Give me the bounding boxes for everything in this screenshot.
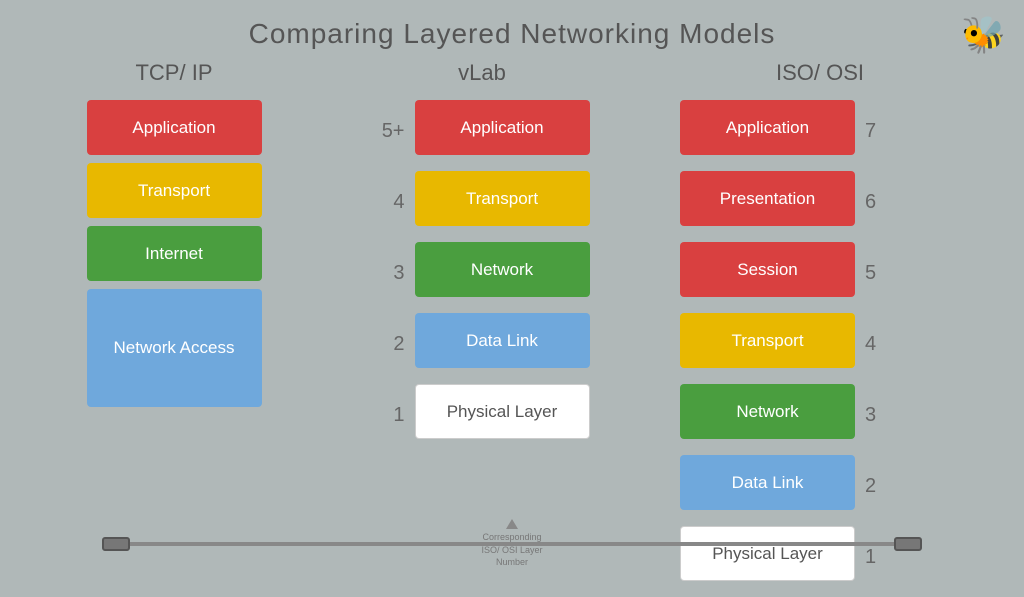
- vlab-title: vLab: [458, 60, 506, 86]
- tcpip-transport-layer: Transport: [87, 163, 262, 218]
- iso-row-2: Data Link 2: [680, 455, 960, 518]
- vlab-num-3: 3: [375, 262, 405, 285]
- tcpip-column: TCP/ IP Application Transport Internet N…: [64, 60, 284, 415]
- cable-left-end: [102, 537, 130, 551]
- iso-row-4: Transport 4: [680, 313, 960, 376]
- bee-icon: 🐝: [961, 14, 1006, 56]
- vlab-num-2: 2: [375, 333, 405, 356]
- vlab-num-5plus: 5+: [375, 120, 405, 143]
- vlab-row-5plus: 5+ Application: [352, 100, 612, 163]
- iso-row-5: Session 5: [680, 242, 960, 305]
- columns-area: TCP/ IP Application Transport Internet N…: [0, 60, 1024, 597]
- vlab-row-4: 4 Transport: [352, 171, 612, 234]
- iso-presentation-layer: Presentation: [680, 171, 855, 226]
- iso-num-3: 3: [865, 404, 889, 427]
- iso-num-5: 5: [865, 262, 889, 285]
- vlab-datalink-layer: Data Link: [415, 313, 590, 368]
- vlab-row-1: 1 Physical Layer: [352, 384, 612, 447]
- vlab-column: vLab 5+ Application 4 Transport 3 Networ…: [352, 60, 612, 455]
- vlab-num-4: 4: [375, 191, 405, 214]
- tcpip-internet-layer: Internet: [87, 226, 262, 281]
- iso-column: ISO/ OSI Application 7 Presentation 6 Se…: [680, 60, 960, 597]
- iso-title: ISO/ OSI: [776, 60, 864, 86]
- cable-label: CorrespondingISO/ OSI LayerNumber: [481, 531, 542, 569]
- vlab-transport-layer: Transport: [415, 171, 590, 226]
- cable-right-end: [894, 537, 922, 551]
- vlab-application-layer: Application: [415, 100, 590, 155]
- tcpip-title: TCP/ IP: [135, 60, 212, 86]
- iso-physical-layer: Physical Layer: [680, 526, 855, 581]
- iso-application-layer: Application: [680, 100, 855, 155]
- iso-session-layer: Session: [680, 242, 855, 297]
- iso-row-3: Network 3: [680, 384, 960, 447]
- vlab-physical-layer: Physical Layer: [415, 384, 590, 439]
- iso-num-2: 2: [865, 475, 889, 498]
- vlab-row-3: 3 Network: [352, 242, 612, 305]
- vlab-network-layer: Network: [415, 242, 590, 297]
- page-title: Comparing Layered Networking Models: [0, 0, 1024, 50]
- vlab-row-2: 2 Data Link: [352, 313, 612, 376]
- iso-transport-layer: Transport: [680, 313, 855, 368]
- iso-num-4: 4: [865, 333, 889, 356]
- vlab-num-1: 1: [375, 404, 405, 427]
- cable-arrow: [506, 519, 518, 529]
- iso-row-1: Physical Layer 1: [680, 526, 960, 589]
- iso-network-layer: Network: [680, 384, 855, 439]
- iso-num-7: 7: [865, 120, 889, 143]
- iso-num-6: 6: [865, 191, 889, 214]
- tcpip-network-access-layer: Network Access: [87, 289, 262, 407]
- cable-area: CorrespondingISO/ OSI LayerNumber: [0, 542, 1024, 546]
- cable-line: CorrespondingISO/ OSI LayerNumber: [102, 542, 922, 546]
- iso-row-6: Presentation 6: [680, 171, 960, 234]
- iso-num-1: 1: [865, 546, 889, 569]
- iso-row-7: Application 7: [680, 100, 960, 163]
- tcpip-application-layer: Application: [87, 100, 262, 155]
- iso-datalink-layer: Data Link: [680, 455, 855, 510]
